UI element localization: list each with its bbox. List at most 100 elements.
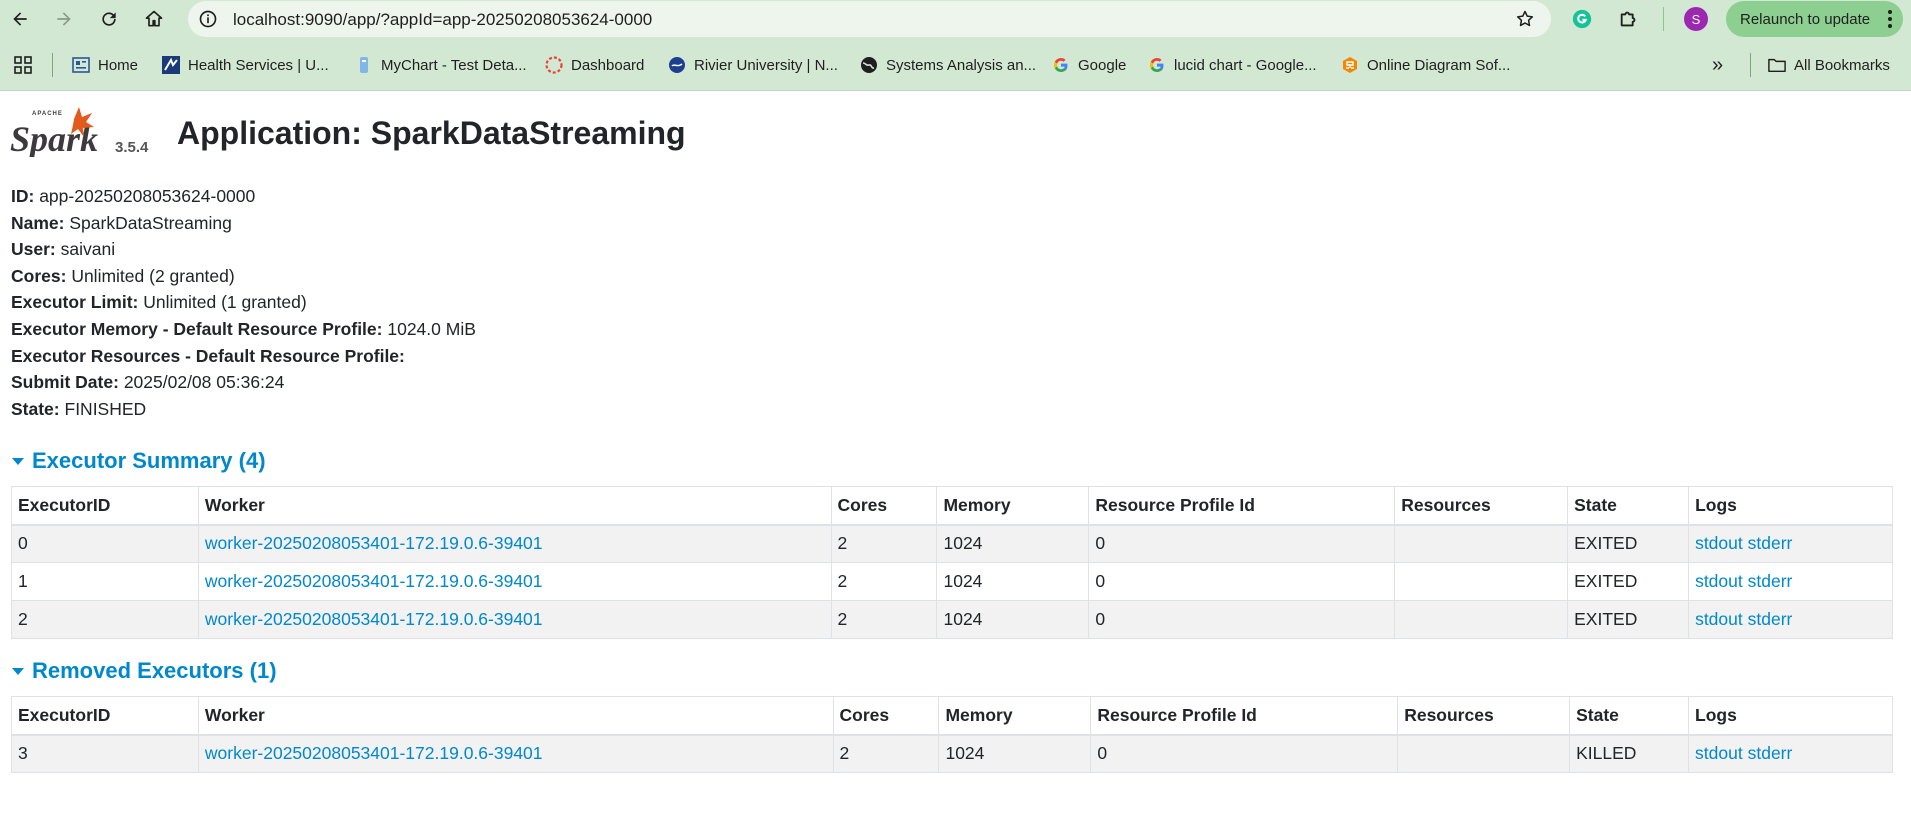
executor-id-cell: 3 — [11, 734, 199, 773]
bookmark-systems-analysis[interactable]: Systems Analysis an... — [860, 54, 1036, 76]
state-cell: KILLED — [1569, 734, 1690, 773]
site-info-icon[interactable] — [198, 9, 218, 29]
executor-id-cell: 0 — [11, 524, 199, 563]
worker-link[interactable]: worker-20250208053401-172.19.0.6-39401 — [205, 571, 543, 591]
extensions-puzzle-icon[interactable] — [1618, 8, 1640, 30]
bookmark-lucid-chart[interactable]: lucid chart - Google... — [1148, 54, 1317, 76]
all-bookmarks-button[interactable]: All Bookmarks — [1768, 54, 1890, 76]
column-header-memory[interactable]: Memory — [936, 486, 1090, 526]
executor-summary-toggle[interactable]: Executor Summary (4) — [11, 448, 266, 474]
memory-cell: 1024 — [936, 524, 1090, 563]
stdout-link[interactable]: stdout — [1695, 533, 1743, 553]
info-submit-date: Submit Date: 2025/02/08 05:36:24 — [11, 372, 285, 393]
bookmark-rivier[interactable]: Rivier University | N... — [668, 54, 838, 76]
resources-cell — [1394, 600, 1569, 639]
info-executor-resources: Executor Resources - Default Resource Pr… — [11, 345, 405, 366]
apps-grid-icon[interactable] — [14, 56, 32, 74]
mychart-icon — [355, 56, 373, 74]
more-bookmarks-button[interactable]: » — [1712, 54, 1723, 76]
column-header-worker[interactable]: Worker — [197, 486, 832, 526]
stdout-link[interactable]: stdout — [1695, 743, 1743, 763]
cores-cell: 2 — [832, 734, 940, 773]
bookmark-dashboard[interactable]: Dashboard — [545, 54, 644, 76]
address-bar[interactable]: localhost:9090/app/?appId=app-2025020805… — [188, 1, 1551, 37]
resource-profile-cell: 0 — [1090, 734, 1399, 773]
state-cell: EXITED — [1567, 562, 1690, 601]
memory-cell: 1024 — [936, 600, 1090, 639]
url-text[interactable]: localhost:9090/app/?appId=app-2025020805… — [233, 10, 652, 30]
executor-summary-title: Executor Summary (4) — [32, 448, 266, 473]
column-header-executor-id[interactable]: ExecutorID — [11, 696, 199, 736]
dashboard-icon — [545, 56, 563, 74]
grammarly-icon[interactable] — [1571, 8, 1593, 30]
bookmark-star-icon[interactable] — [1515, 9, 1535, 29]
bookmark-home[interactable]: Home — [72, 54, 138, 76]
forward-arrow-icon — [57, 12, 71, 26]
executor-id-cell: 1 — [11, 562, 199, 601]
resource-profile-cell: 0 — [1088, 524, 1396, 563]
stderr-link[interactable]: stderr — [1748, 609, 1793, 629]
column-header-resource-profile-id[interactable]: Resource Profile Id — [1090, 696, 1399, 736]
stdout-link[interactable]: stdout — [1695, 571, 1743, 591]
column-header-memory[interactable]: Memory — [938, 696, 1092, 736]
rivier-icon — [668, 56, 686, 74]
removed-executors-table: ExecutorID Worker Cores Memory Resource … — [11, 696, 1893, 773]
logs-cell: stdout stderr — [1688, 562, 1893, 601]
google-icon — [1148, 56, 1166, 74]
relaunch-label: Relaunch to update — [1740, 10, 1871, 28]
column-header-logs[interactable]: Logs — [1688, 696, 1893, 736]
bookmark-google[interactable]: Google — [1052, 54, 1126, 76]
cores-cell: 2 — [830, 524, 938, 563]
bookmarks-bar: Home Health Services | U... MyChart - Te… — [0, 37, 1911, 91]
stderr-link[interactable]: stderr — [1748, 533, 1793, 553]
relaunch-to-update-button[interactable]: Relaunch to update — [1726, 1, 1903, 37]
worker-cell: worker-20250208053401-172.19.0.6-39401 — [197, 524, 832, 563]
caret-down-icon — [12, 458, 24, 465]
browser-toolbar: localhost:9090/app/?appId=app-2025020805… — [0, 0, 1911, 37]
info-state: State: FINISHED — [11, 398, 147, 419]
column-header-state[interactable]: State — [1567, 486, 1690, 526]
reload-button[interactable] — [96, 6, 122, 32]
info-user: User: saivani — [11, 239, 116, 260]
resources-cell — [1397, 734, 1571, 773]
logs-cell: stdout stderr — [1688, 600, 1893, 639]
reload-icon — [102, 12, 116, 26]
worker-link[interactable]: worker-20250208053401-172.19.0.6-39401 — [205, 609, 543, 629]
memory-cell: 1024 — [938, 734, 1092, 773]
drawio-icon — [1341, 56, 1359, 74]
column-header-logs[interactable]: Logs — [1688, 486, 1893, 526]
globe-icon — [860, 56, 878, 74]
svg-text:APACHE: APACHE — [32, 111, 63, 117]
removed-executors-title: Removed Executors (1) — [32, 658, 277, 683]
stdout-link[interactable]: stdout — [1695, 609, 1743, 629]
column-header-resources[interactable]: Resources — [1397, 696, 1571, 736]
column-header-worker[interactable]: Worker — [197, 696, 834, 736]
stderr-link[interactable]: stderr — [1748, 743, 1793, 763]
forward-button[interactable] — [51, 6, 77, 32]
profile-avatar[interactable]: S — [1684, 7, 1708, 31]
bookmark-health-services[interactable]: Health Services | U... — [162, 54, 329, 76]
caret-down-icon — [12, 668, 24, 675]
column-header-cores[interactable]: Cores — [832, 696, 940, 736]
column-header-executor-id[interactable]: ExecutorID — [11, 486, 199, 526]
bookmark-online-diagram[interactable]: Online Diagram Sof... — [1341, 54, 1510, 76]
table-row: 3 worker-20250208053401-172.19.0.6-39401… — [11, 734, 1893, 773]
health-services-icon — [162, 56, 180, 74]
info-executor-memory: Executor Memory - Default Resource Profi… — [11, 318, 476, 339]
bookmark-mychart[interactable]: MyChart - Test Deta... — [355, 54, 527, 76]
stderr-link[interactable]: stderr — [1748, 571, 1793, 591]
column-header-cores[interactable]: Cores — [830, 486, 938, 526]
application-details: ID: app-20250208053624-0000 Name: SparkD… — [11, 183, 476, 422]
column-header-resource-profile-id[interactable]: Resource Profile Id — [1088, 486, 1396, 526]
spark-logo[interactable]: APACHE Spark — [10, 105, 110, 157]
worker-link[interactable]: worker-20250208053401-172.19.0.6-39401 — [205, 533, 543, 553]
home-button[interactable] — [141, 6, 167, 32]
executor-summary-table: ExecutorID Worker Cores Memory Resource … — [11, 486, 1893, 639]
column-header-resources[interactable]: Resources — [1394, 486, 1569, 526]
table-header-row: ExecutorID Worker Cores Memory Resource … — [11, 486, 1893, 526]
back-button[interactable] — [7, 6, 33, 32]
column-header-state[interactable]: State — [1569, 696, 1690, 736]
removed-executors-toggle[interactable]: Removed Executors (1) — [11, 658, 277, 684]
table-header-row: ExecutorID Worker Cores Memory Resource … — [11, 696, 1893, 736]
worker-link[interactable]: worker-20250208053401-172.19.0.6-39401 — [205, 743, 543, 763]
